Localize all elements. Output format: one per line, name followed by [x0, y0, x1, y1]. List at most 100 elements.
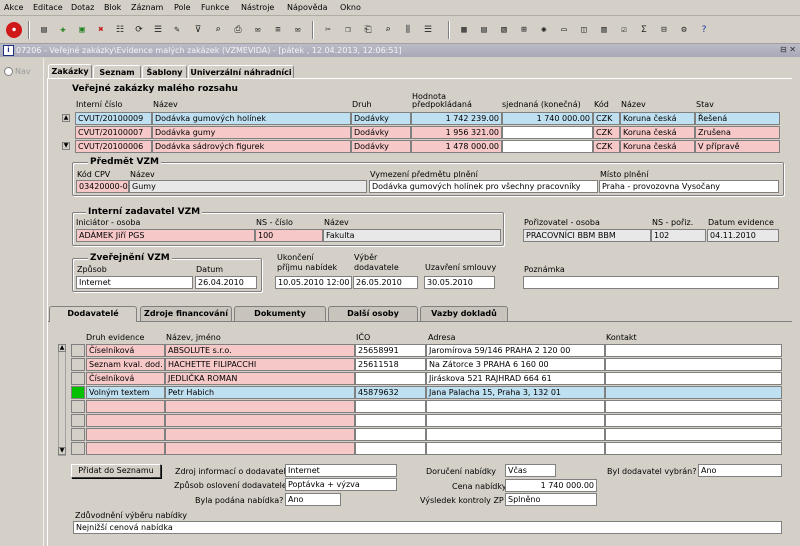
grid-scroll-up-icon[interactable]: ▲ [58, 344, 66, 352]
settings-icon[interactable]: ✺ [536, 22, 552, 38]
document-icon[interactable]: ▤ [476, 22, 492, 38]
supplier-ico[interactable]: 45879632 [355, 386, 426, 399]
zakazka-cislo[interactable]: CVUT/20100007 [75, 126, 152, 139]
zakazka-predpokladana[interactable]: 1 478 000.00 [411, 140, 502, 153]
poznamka-field[interactable] [523, 276, 779, 289]
podana-nabidka-field[interactable]: Ano [285, 493, 341, 506]
cena-nabidky-field[interactable]: 1 740 000.00 [505, 479, 597, 492]
paste-icon[interactable]: ⎗ [360, 22, 376, 38]
doruceni-field[interactable]: Včas [505, 464, 556, 477]
zakazka-stav[interactable]: V přípravě [695, 140, 780, 153]
menu-blok[interactable]: Blok [104, 3, 121, 12]
help-icon[interactable]: ? [696, 22, 712, 38]
zakazka-mena[interactable]: Koruna česká [620, 126, 695, 139]
row-selector[interactable] [71, 358, 85, 371]
attachment-icon[interactable]: ▧ [496, 22, 512, 38]
ns-poriz-field[interactable]: 102 [651, 229, 706, 242]
supplier-druh[interactable]: Seznam kval. dod. [86, 358, 165, 371]
save-icon[interactable]: ▤ [36, 22, 52, 38]
graph-icon[interactable]: ◫ [576, 22, 592, 38]
row-selector[interactable] [71, 372, 85, 385]
zakazka-sjednana[interactable] [502, 126, 593, 139]
supplier-kontakt[interactable] [605, 358, 782, 371]
mail-icon[interactable]: ✉ [290, 22, 306, 38]
supplier-adresa[interactable]: Na Zátorce 3 PRAHA 6 160 00 [426, 358, 605, 371]
supplier-kontakt[interactable] [605, 442, 782, 455]
checkbox-icon[interactable]: ☑ [616, 22, 632, 38]
tab-vazby-dokladu[interactable]: Vazby dokladů [420, 306, 508, 321]
pridat-do-seznamu-button[interactable]: Přidat do Seznamu [71, 464, 161, 478]
supplier-adresa[interactable] [426, 442, 605, 455]
tab-dalsi-osoby[interactable]: Další osoby [328, 306, 418, 321]
misto-field[interactable]: Praha - provozovna Vysočany [599, 180, 779, 193]
menu-zaznam[interactable]: Záznam [131, 3, 163, 12]
supplier-ico[interactable] [355, 442, 426, 455]
calculator-icon[interactable]: ▦ [456, 22, 472, 38]
cut-icon[interactable]: ✂ [320, 22, 336, 38]
menu-dotaz[interactable]: Dotaz [71, 3, 94, 12]
zpusob-field[interactable]: Internet [76, 276, 193, 289]
supplier-druh[interactable]: Volným textem [86, 386, 165, 399]
delete-record-icon[interactable]: ✖ [93, 22, 109, 38]
search-icon[interactable]: ⌕ [380, 22, 396, 38]
supplier-nazev[interactable]: HACHETTE FILIPACCHI [165, 358, 355, 371]
supplier-nazev[interactable] [165, 428, 355, 441]
supplier-ico[interactable] [355, 428, 426, 441]
supplier-ico[interactable] [355, 414, 426, 427]
menu-editace[interactable]: Editace [33, 3, 63, 12]
zakazka-kod[interactable]: CZK [593, 112, 620, 125]
zakazka-nazev[interactable]: Dodávka gumy [152, 126, 351, 139]
supplier-nazev[interactable] [165, 414, 355, 427]
supplier-ico[interactable]: 25611518 [355, 358, 426, 371]
refresh-icon[interactable]: ⟳ [131, 22, 147, 38]
supplier-nazev[interactable]: ABSOLUTE s.r.o. [165, 344, 355, 357]
scroll-down-icon[interactable]: ▼ [62, 142, 70, 150]
tree-icon[interactable]: ⊞ [516, 22, 532, 38]
row-selector[interactable] [71, 400, 85, 413]
sum-icon[interactable]: Σ [636, 22, 652, 38]
supplier-kontakt[interactable] [605, 344, 782, 357]
row-selector[interactable] [71, 386, 85, 399]
supplier-druh[interactable]: Číselníková [86, 372, 165, 385]
supplier-kontakt[interactable] [605, 428, 782, 441]
supplier-kontakt[interactable] [605, 400, 782, 413]
supplier-kontakt[interactable] [605, 414, 782, 427]
supplier-kontakt[interactable] [605, 372, 782, 385]
zakazka-stav[interactable]: Řešená [695, 112, 780, 125]
zakazka-druh[interactable]: Dodávky [351, 112, 411, 125]
note-icon[interactable]: ✉ [250, 22, 266, 38]
filter-icon[interactable]: ⊽ [190, 22, 206, 38]
supplier-ico[interactable] [355, 372, 426, 385]
datum-zverejneni-field[interactable]: 26.04.2010 [195, 276, 257, 289]
exit-icon[interactable]: ● [6, 22, 22, 38]
zakazka-mena[interactable]: Koruna česká [620, 140, 695, 153]
zduvodneni-field[interactable]: Nejnižší cenová nabídka [73, 521, 782, 534]
zakazka-nazev[interactable]: Dodávka sádrových figurek [152, 140, 351, 153]
ukonceni-field[interactable]: 10.05.2010 12:00 [275, 276, 352, 289]
supplier-ico[interactable] [355, 400, 426, 413]
supplier-druh[interactable]: Číselníková [86, 344, 165, 357]
row-selector[interactable] [71, 428, 85, 441]
zakazka-kod[interactable]: CZK [593, 126, 620, 139]
grid-scrollbar[interactable] [58, 344, 66, 456]
supplier-druh[interactable] [86, 442, 165, 455]
menu-funkce[interactable]: Funkce [201, 3, 229, 12]
menu-pole[interactable]: Pole [174, 3, 191, 12]
insert-record-icon[interactable]: ▣ [74, 22, 90, 38]
supplier-adresa[interactable] [426, 400, 605, 413]
print-icon[interactable]: ⎙ [230, 22, 246, 38]
zakazka-mena[interactable]: Koruna česká [620, 112, 695, 125]
zakazka-druh[interactable]: Dodávky [351, 126, 411, 139]
copy-icon[interactable]: ❐ [340, 22, 356, 38]
menu-okno[interactable]: Okno [340, 3, 361, 12]
porizovatel-field[interactable]: PRACOVNÍCI BBM BBM [523, 229, 651, 242]
zakazka-sjednana[interactable] [502, 140, 593, 153]
vymezeni-field[interactable]: Dodávka gumových holínek pro všechny pra… [369, 180, 598, 193]
supplier-druh[interactable] [86, 428, 165, 441]
kod-cpv-field[interactable]: 03420000-0 [76, 180, 129, 193]
supplier-druh[interactable] [86, 400, 165, 413]
supplier-nazev[interactable]: Petr Habich [165, 386, 355, 399]
zpusob-osloveni-field[interactable]: Poptávka + výzva [285, 478, 397, 491]
supplier-nazev[interactable] [165, 400, 355, 413]
row-selector[interactable] [71, 344, 85, 357]
